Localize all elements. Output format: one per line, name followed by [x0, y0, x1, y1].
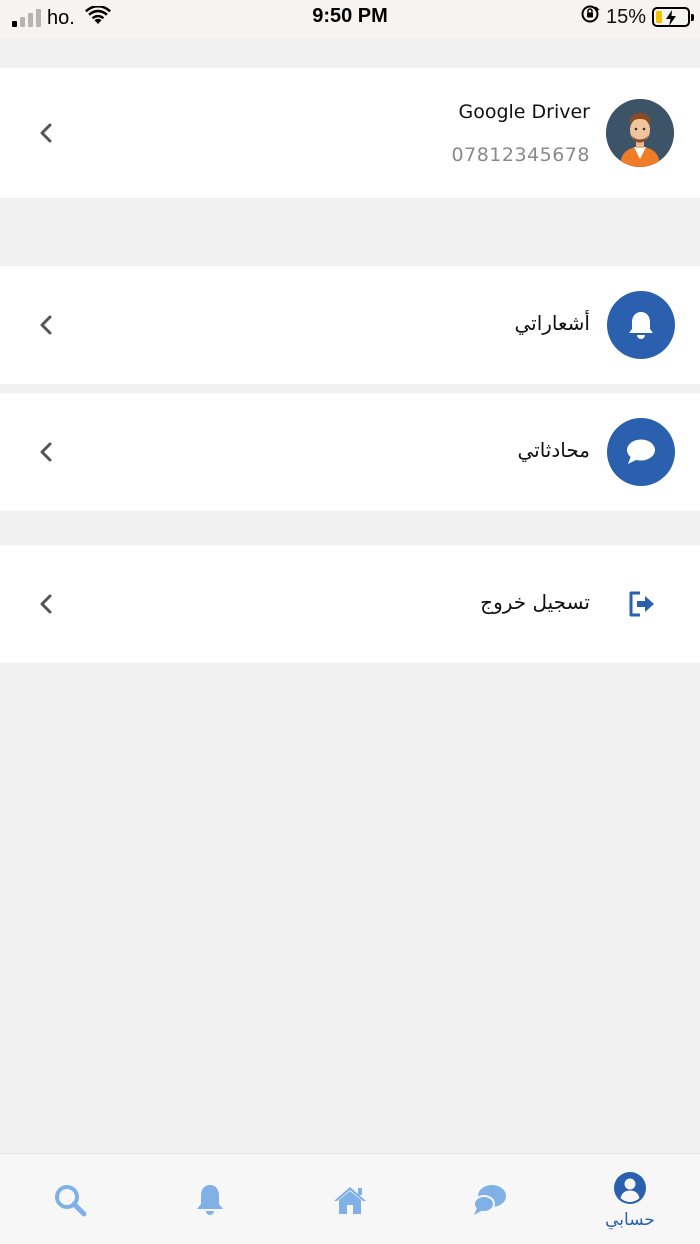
nav-notifications[interactable] [140, 1154, 280, 1244]
charging-bolt-icon [664, 9, 678, 32]
person-avatar-icon [606, 99, 674, 167]
bell-icon [190, 1180, 230, 1220]
orientation-lock-icon [580, 4, 600, 30]
nav-account[interactable]: حسابي [560, 1154, 700, 1244]
bell-icon [607, 291, 675, 359]
bottom-nav: حسابي [0, 1153, 700, 1244]
status-bar: ho. 9:50 PM 15% [0, 0, 700, 38]
home-icon [330, 1180, 370, 1220]
account-icon [610, 1168, 650, 1208]
profile-name: Google Driver [458, 101, 590, 123]
chat-icon [470, 1180, 510, 1220]
nav-home[interactable] [280, 1154, 420, 1244]
battery-percent: 15% [605, 5, 646, 28]
nav-chats[interactable] [420, 1154, 560, 1244]
logout-row[interactable]: تسجيل خروج [0, 545, 700, 663]
chevron-left-icon [34, 592, 58, 616]
chat-bubble-icon [607, 418, 675, 486]
nav-account-label: حسابي [605, 1210, 655, 1230]
chevron-left-icon [34, 440, 58, 464]
notifications-row[interactable]: أشعاراتي [0, 266, 700, 384]
profile-phone: 07812345678 [451, 144, 590, 166]
profile-row[interactable]: Google Driver 07812345678 [0, 68, 700, 198]
nav-search[interactable] [0, 1154, 140, 1244]
logout-label: تسجيل خروج [480, 590, 590, 614]
status-right: 15% [580, 4, 694, 30]
chevron-left-icon [34, 313, 58, 337]
chevron-left-icon [34, 121, 58, 145]
chats-label: محادثاتي [517, 438, 590, 462]
battery-fill [656, 11, 662, 23]
notifications-label: أشعاراتي [514, 311, 590, 335]
search-icon [50, 1180, 90, 1220]
battery-icon [652, 7, 694, 27]
chats-row[interactable]: محادثاتي [0, 393, 700, 511]
logout-icon [626, 589, 656, 619]
